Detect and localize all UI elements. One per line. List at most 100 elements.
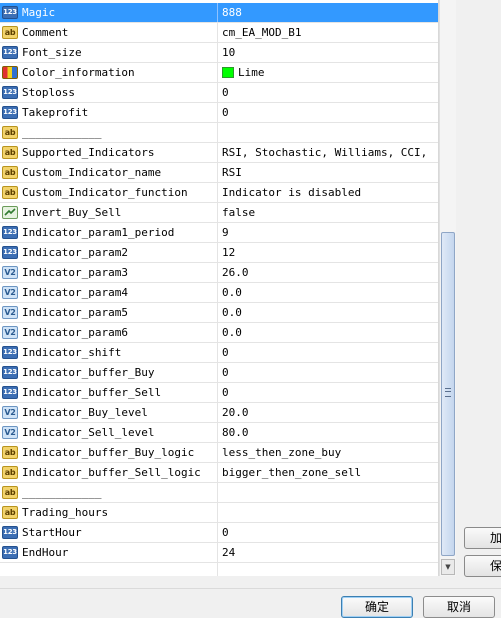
param-value[interactable]: RSI <box>222 163 436 182</box>
param-value[interactable]: 10 <box>222 43 436 62</box>
integer-type-icon: 123 <box>2 386 18 399</box>
integer-type-icon: 123 <box>2 106 18 119</box>
param-value[interactable]: RSI, Stochastic, Williams, CCI, ... <box>222 143 436 162</box>
param-row[interactable]: 123 EndHour 24 <box>0 543 438 563</box>
integer-type-icon: 123 <box>2 46 18 59</box>
param-value[interactable]: 0 <box>222 343 436 362</box>
param-value[interactable]: 0 <box>222 83 436 102</box>
cancel-button[interactable]: 取消 <box>423 596 495 618</box>
param-name: Indicator_param2 <box>19 243 218 262</box>
param-value[interactable]: Indicator is disabled <box>222 183 436 202</box>
param-value[interactable]: bigger_then_zone_sell <box>222 463 436 482</box>
string-type-icon: ab <box>2 466 18 479</box>
param-row[interactable]: ab ____________ <box>0 483 438 503</box>
inputs-property-grid: 123 Magic 888 ab Comment cm_EA_MOD_B1 123 Font_… <box>0 0 439 576</box>
param-name: Comment <box>19 23 218 42</box>
integer-type-icon: 123 <box>2 546 18 559</box>
double-type-icon: V2 <box>2 266 18 279</box>
param-row[interactable]: Invert_Buy_Sell false <box>0 203 438 223</box>
param-row[interactable]: 123 Takeprofit 0 <box>0 103 438 123</box>
param-row[interactable]: 123 Indicator_buffer_Sell 0 <box>0 383 438 403</box>
param-value[interactable]: 0 <box>222 363 436 382</box>
string-type-icon: ab <box>2 166 18 179</box>
color-type-icon <box>2 66 18 79</box>
param-row[interactable]: 123 StartHour 0 <box>0 523 438 543</box>
side-load-button[interactable]: 加 <box>464 527 501 549</box>
param-value[interactable]: 0 <box>222 103 436 122</box>
param-row[interactable]: ab ____________ <box>0 123 438 143</box>
param-value[interactable] <box>222 483 436 502</box>
param-row[interactable]: ab Trading_hours <box>0 503 438 523</box>
param-row[interactable]: ab Custom_Indicator_name RSI <box>0 163 438 183</box>
vertical-scrollbar[interactable]: ▼ <box>439 0 456 576</box>
param-name: EndHour <box>19 543 218 562</box>
ok-button[interactable]: 确定 <box>341 596 413 618</box>
param-row[interactable]: 123 Indicator_param2 12 <box>0 243 438 263</box>
param-row[interactable]: V2 Indicator_param6 0.0 <box>0 323 438 343</box>
param-value[interactable]: 12 <box>222 243 436 262</box>
param-name: Invert_Buy_Sell <box>19 203 218 222</box>
param-row[interactable]: V2 Indicator_param5 0.0 <box>0 303 438 323</box>
param-name: Font_size <box>19 43 218 62</box>
param-row[interactable]: ab Supported_Indicators RSI, Stochastic, W… <box>0 143 438 163</box>
param-value[interactable]: 26.0 <box>222 263 436 282</box>
scroll-down-arrow-icon[interactable]: ▼ <box>441 559 455 575</box>
scrollbar-thumb[interactable] <box>441 232 455 556</box>
param-value[interactable]: 0 <box>222 383 436 402</box>
integer-type-icon: 123 <box>2 346 18 359</box>
double-type-icon: V2 <box>2 406 18 419</box>
footer-divider <box>0 588 501 589</box>
param-row[interactable]: V2 Indicator_Sell_level 80.0 <box>0 423 438 443</box>
param-value[interactable]: 9 <box>222 223 436 242</box>
param-value[interactable]: false <box>222 203 436 222</box>
param-value[interactable]: less_then_zone_buy <box>222 443 436 462</box>
param-row[interactable]: ab Indicator_buffer_Sell_logic bigger_then… <box>0 463 438 483</box>
param-row[interactable]: 123 Indicator_param1_period 9 <box>0 223 438 243</box>
param-value[interactable]: 0 <box>222 523 436 542</box>
param-name: Trading_hours <box>19 503 218 522</box>
param-value[interactable]: 0.0 <box>222 323 436 342</box>
param-value[interactable]: Lime <box>222 63 436 82</box>
param-name: Supported_Indicators <box>19 143 218 162</box>
param-name <box>19 563 218 576</box>
param-row[interactable]: 123 Magic 888 <box>0 3 438 23</box>
param-value[interactable]: 80.0 <box>222 423 436 442</box>
param-name: Indicator_shift <box>19 343 218 362</box>
param-value[interactable] <box>222 123 436 142</box>
param-name: StartHour <box>19 523 218 542</box>
param-row[interactable]: ab Comment cm_EA_MOD_B1 <box>0 23 438 43</box>
param-value[interactable] <box>222 563 436 576</box>
param-row[interactable]: 123 Indicator_buffer_Buy 0 <box>0 363 438 383</box>
param-row[interactable]: 123 Stoploss 0 <box>0 83 438 103</box>
param-row[interactable] <box>0 563 438 576</box>
param-name: Indicator_Buy_level <box>19 403 218 422</box>
separator-label: ____________ <box>19 483 218 502</box>
param-value[interactable]: 20.0 <box>222 403 436 422</box>
param-row[interactable]: V2 Indicator_param4 0.0 <box>0 283 438 303</box>
param-name: Indicator_param1_period <box>19 223 218 242</box>
string-type-icon: ab <box>2 126 18 139</box>
param-name: Indicator_param4 <box>19 283 218 302</box>
param-value[interactable]: 0.0 <box>222 303 436 322</box>
param-name: Custom_Indicator_name <box>19 163 218 182</box>
param-name: Indicator_param6 <box>19 323 218 342</box>
param-row[interactable]: 123 Font_size 10 <box>0 43 438 63</box>
param-row[interactable]: V2 Indicator_param3 26.0 <box>0 263 438 283</box>
string-type-icon: ab <box>2 486 18 499</box>
color-swatch <box>222 67 234 78</box>
param-row[interactable]: ab Indicator_buffer_Buy_logic less_then_zo… <box>0 443 438 463</box>
param-value[interactable]: 888 <box>222 3 436 22</box>
param-value[interactable]: cm_EA_MOD_B1 <box>222 23 436 42</box>
color-value-label: Lime <box>238 66 265 79</box>
param-row[interactable]: Color_information Lime <box>0 63 438 83</box>
param-value[interactable] <box>222 503 436 522</box>
param-value[interactable]: 0.0 <box>222 283 436 302</box>
double-type-icon: V2 <box>2 426 18 439</box>
param-row[interactable]: V2 Indicator_Buy_level 20.0 <box>0 403 438 423</box>
param-name: Custom_Indicator_function <box>19 183 218 202</box>
integer-type-icon: 123 <box>2 226 18 239</box>
param-value[interactable]: 24 <box>222 543 436 562</box>
param-row[interactable]: 123 Indicator_shift 0 <box>0 343 438 363</box>
side-save-button[interactable]: 保 <box>464 555 501 577</box>
param-row[interactable]: ab Custom_Indicator_function Indicator is … <box>0 183 438 203</box>
